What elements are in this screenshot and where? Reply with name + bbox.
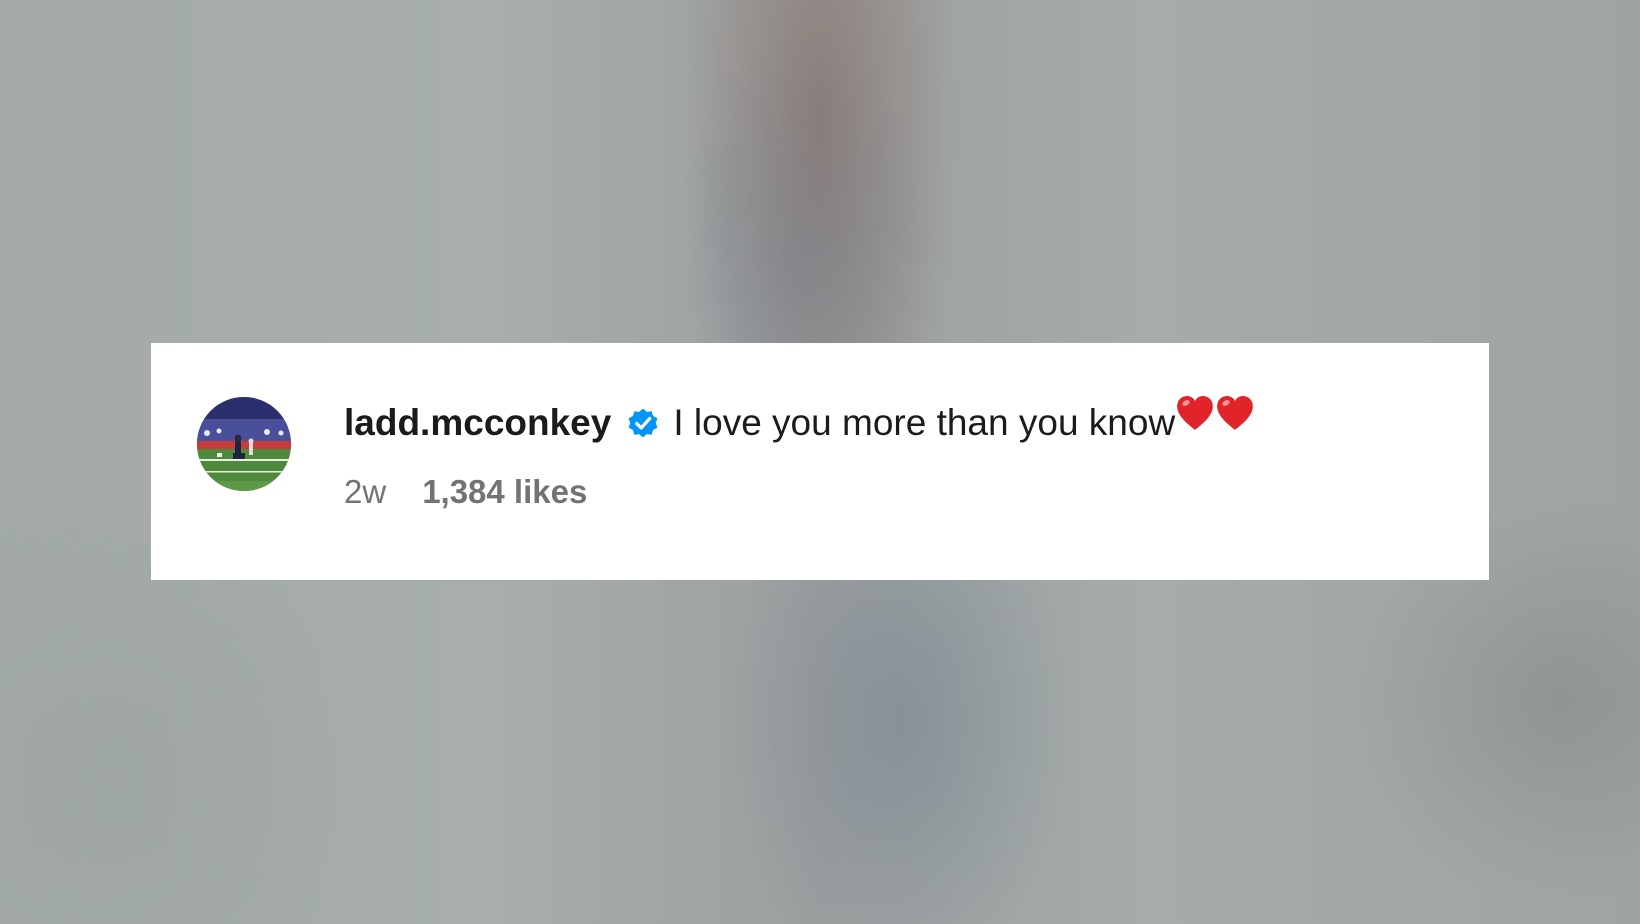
verified-badge-icon bbox=[625, 405, 661, 441]
red-heart-icon bbox=[1175, 394, 1215, 432]
avatar[interactable] bbox=[197, 397, 291, 491]
red-heart-icon bbox=[1215, 394, 1255, 432]
comment-text: I love you more than you know bbox=[673, 402, 1176, 443]
instagram-comment-card: ladd.mcconkey I love you more than you k… bbox=[151, 343, 1489, 580]
avatar-image bbox=[197, 397, 291, 491]
comment-timestamp[interactable]: 2w bbox=[344, 473, 386, 511]
comment-likes-count[interactable]: 1,384 likes bbox=[422, 473, 587, 511]
comment-line: ladd.mcconkey I love you more than you k… bbox=[344, 396, 1255, 448]
comment-meta: 2w 1,384 likes bbox=[344, 473, 587, 511]
comment-username[interactable]: ladd.mcconkey bbox=[344, 402, 611, 444]
